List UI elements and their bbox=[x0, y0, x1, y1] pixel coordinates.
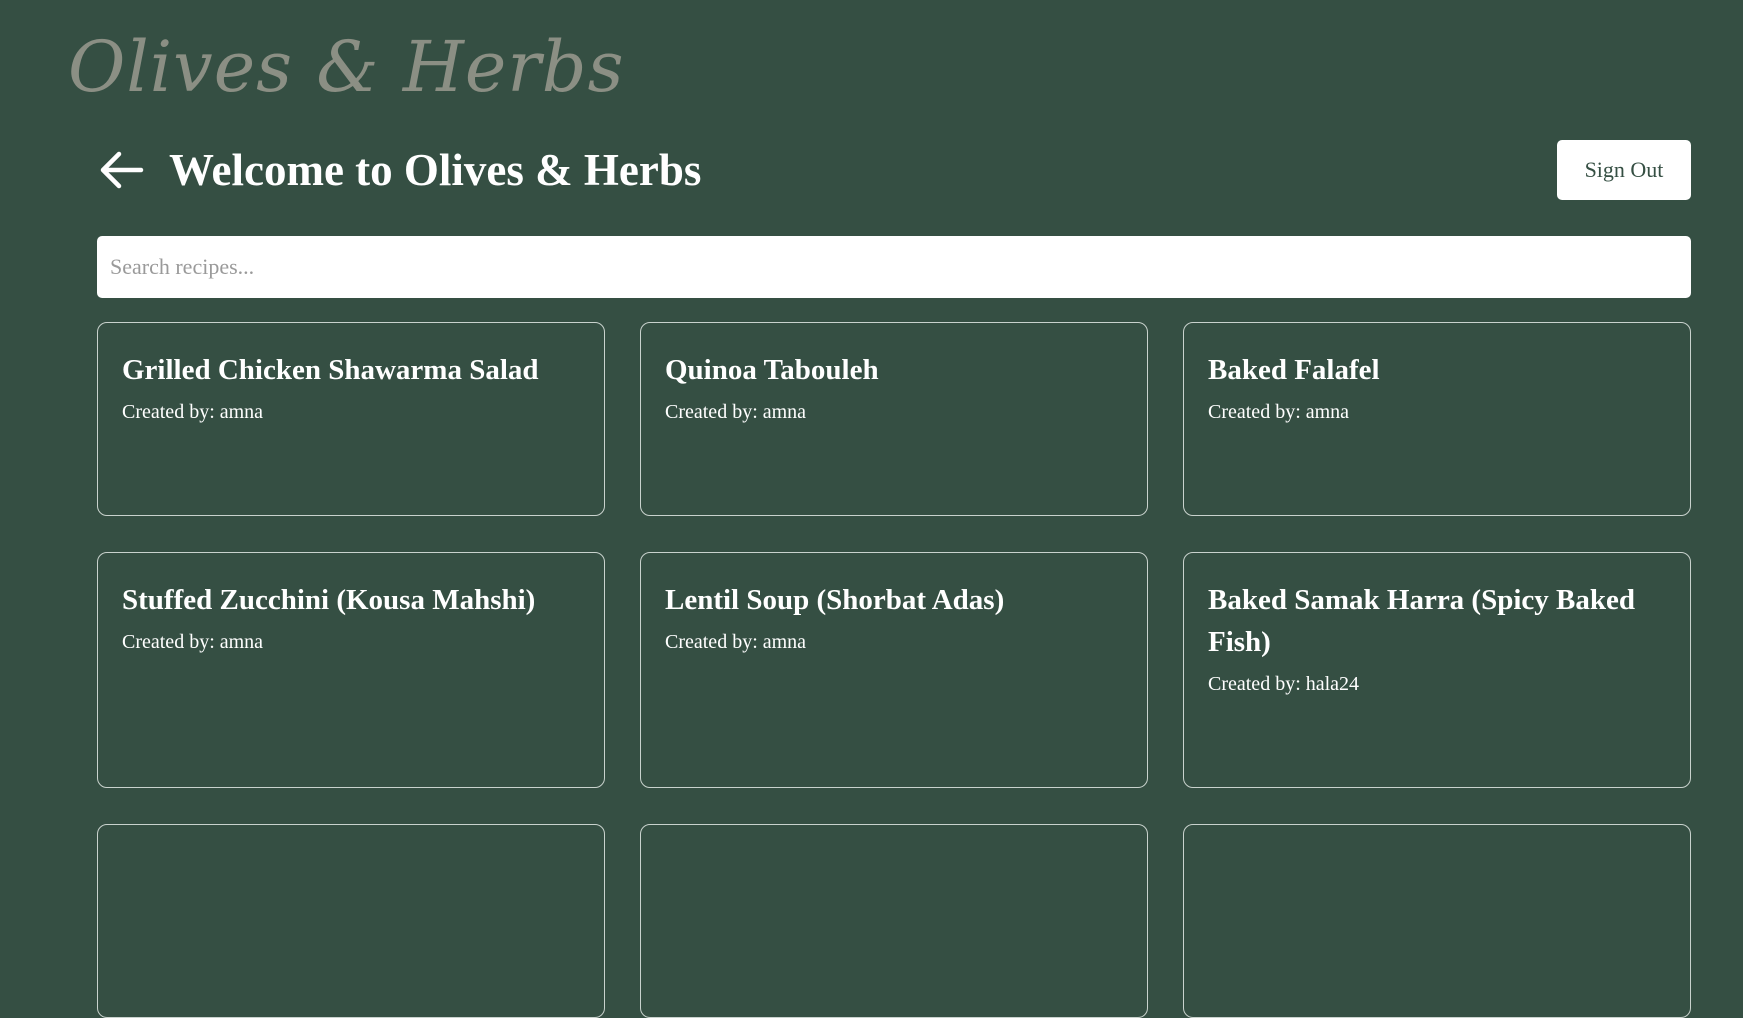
recipe-card[interactable]: Quinoa Tabouleh Created by: amna bbox=[640, 322, 1148, 516]
recipe-author: Created by: amna bbox=[665, 631, 807, 653]
recipe-card[interactable]: Baked Samak Harra (Spicy Baked Fish) Cre… bbox=[1183, 552, 1691, 788]
recipe-card[interactable]: Grilled Chicken Shawarma Salad Created b… bbox=[97, 322, 605, 516]
recipe-card[interactable] bbox=[97, 824, 605, 1018]
page-title: Welcome to Olives & Herbs bbox=[169, 145, 702, 195]
recipe-author: Created by: amna bbox=[122, 401, 264, 423]
arrow-left-icon bbox=[100, 151, 144, 189]
recipe-card[interactable] bbox=[1183, 824, 1691, 1018]
recipe-title: Lentil Soup (Shorbat Adas) bbox=[665, 584, 1005, 616]
recipe-author: Created by: amna bbox=[122, 631, 264, 653]
back-button[interactable] bbox=[97, 148, 145, 192]
recipe-card[interactable] bbox=[640, 824, 1148, 1018]
recipe-card[interactable]: Stuffed Zucchini (Kousa Mahshi) Created … bbox=[97, 552, 605, 788]
recipe-title: Baked Samak Harra (Spicy Baked Fish) bbox=[1208, 584, 1635, 658]
recipe-title: Grilled Chicken Shawarma Salad bbox=[122, 354, 539, 386]
recipe-author: Created by: amna bbox=[1208, 401, 1350, 423]
recipe-grid: Grilled Chicken Shawarma Salad Created b… bbox=[97, 322, 1691, 1018]
recipe-card[interactable]: Lentil Soup (Shorbat Adas) Created by: a… bbox=[640, 552, 1148, 788]
search-input[interactable] bbox=[97, 236, 1691, 298]
recipe-card[interactable]: Baked Falafel Created by: amna bbox=[1183, 322, 1691, 516]
recipe-author: Created by: hala24 bbox=[1208, 673, 1360, 695]
recipe-title: Baked Falafel bbox=[1208, 354, 1380, 386]
site-logo: Olives & Herbs bbox=[68, 26, 625, 108]
sign-out-button[interactable]: Sign Out bbox=[1557, 140, 1691, 200]
recipe-title: Stuffed Zucchini (Kousa Mahshi) bbox=[122, 584, 536, 616]
recipes-page: { "brand": { "logo_text": "Olives & Herb… bbox=[0, 0, 1743, 1018]
recipe-title: Quinoa Tabouleh bbox=[665, 354, 879, 386]
page-header: Welcome to Olives & Herbs Sign Out bbox=[97, 140, 1691, 200]
recipe-author: Created by: amna bbox=[665, 401, 807, 423]
